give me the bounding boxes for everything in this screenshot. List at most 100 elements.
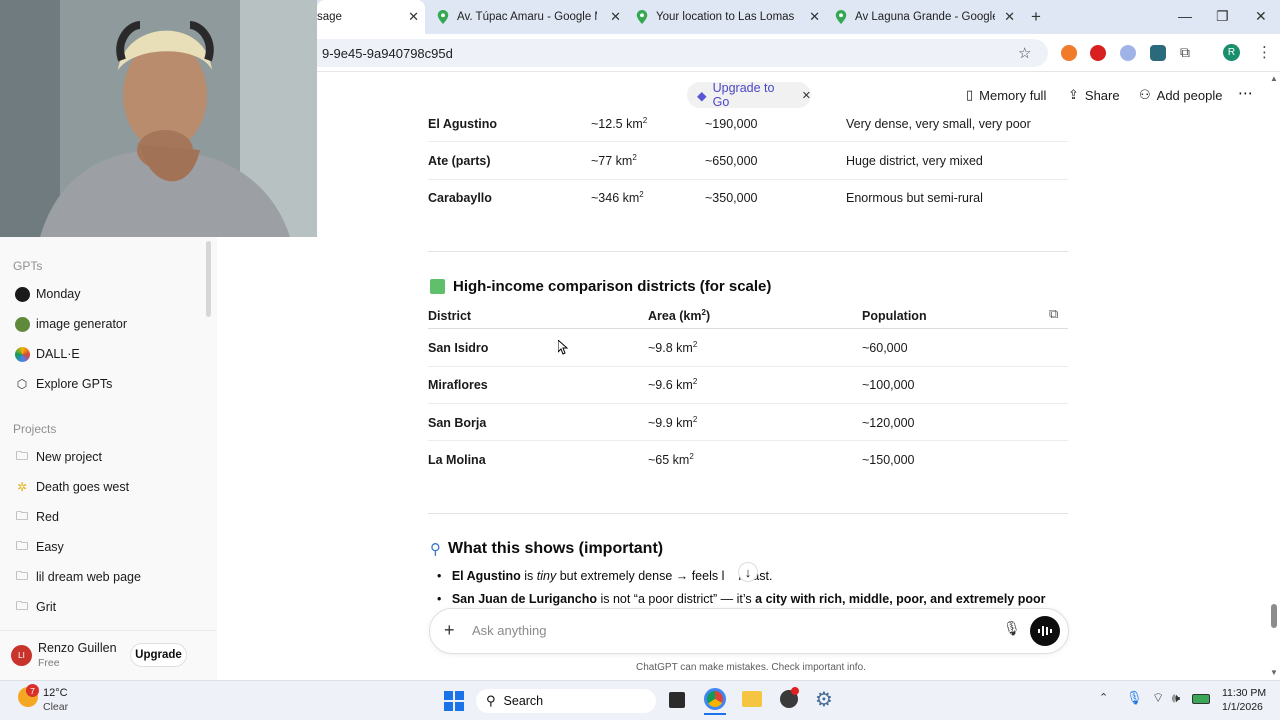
dismiss-upgrade-icon[interactable]: ✕ — [802, 89, 811, 102]
tab-close-icon[interactable]: ✕ — [809, 9, 820, 25]
voice-mode-button[interactable] — [1030, 616, 1060, 646]
sidebar-item-death-goes-west[interactable]: ✲ Death goes west — [14, 477, 129, 497]
bookmark-star-icon[interactable]: ☆ — [1018, 44, 1031, 62]
bullet-bold: San Juan de Lurigancho — [451, 592, 597, 606]
area-cell: ~346 km2 — [591, 189, 644, 205]
sidebar-item-label: Red — [36, 510, 59, 524]
user-name[interactable]: Renzo Guillen — [38, 641, 117, 655]
webcam-person-image — [0, 0, 317, 237]
tab-close-icon[interactable]: ✕ — [408, 9, 419, 25]
memory-full-button[interactable]: ▯ Memory full — [966, 87, 1046, 103]
green-square-icon — [430, 279, 445, 294]
section-separator — [428, 513, 1068, 514]
sidebar-item-easy[interactable]: 🗀 Easy — [14, 537, 64, 557]
wifi-icon[interactable]: ⌔ — [1152, 690, 1164, 706]
window-close-icon[interactable]: ✕ — [1255, 8, 1267, 25]
browser-tab-active[interactable]: sage ✕ — [317, 0, 425, 34]
area-cell: ~12.5 km2 — [591, 115, 648, 131]
add-people-label: Add people — [1156, 87, 1223, 103]
scrollbar-thumb[interactable] — [1271, 604, 1277, 628]
profile-avatar[interactable]: R — [1223, 44, 1240, 61]
url-text[interactable]: 9-9e45-9a940798c95d — [322, 46, 453, 61]
population-cell: ~100,000 — [862, 378, 915, 392]
row-divider — [428, 366, 1068, 367]
volume-icon[interactable]: 🕪 — [1172, 690, 1180, 706]
bullet-san-juan: • San Juan de Lurigancho is not “a poor … — [437, 592, 1046, 606]
copy-table-icon[interactable]: ⧉ — [1049, 306, 1058, 322]
extension-react-icon[interactable] — [1150, 45, 1166, 61]
bullet-dot: • — [437, 592, 442, 606]
restore-icon[interactable]: ❐ — [1216, 8, 1229, 25]
scroll-up-arrow-icon[interactable]: ▲ — [1270, 74, 1278, 83]
microphone-icon[interactable]: 🎙 — [1003, 620, 1021, 637]
mouse-cursor-icon — [558, 340, 568, 355]
bullet-text: is not “a poor district” — it’s — [596, 592, 756, 606]
settings-gear-icon[interactable]: ⚙ — [815, 687, 833, 712]
sidebar-item-monday[interactable]: Monday — [14, 284, 80, 304]
district-cell: Carabayllo — [428, 191, 492, 205]
file-explorer-icon[interactable] — [742, 691, 762, 707]
show-hidden-icons-icon[interactable]: ⌃ — [1099, 691, 1108, 704]
tab-close-icon[interactable]: ✕ — [610, 9, 621, 25]
sidebar-item-label: Easy — [36, 540, 64, 554]
taskbar-search-box[interactable]: ⚲ Search — [476, 689, 656, 713]
browser-tab-tupac-amaru[interactable]: Av. Túpac Amaru - Google Map ✕ — [437, 0, 627, 34]
scroll-down-arrow-icon[interactable]: ↓ — [738, 562, 758, 582]
sidebar-scrollbar[interactable] — [206, 241, 211, 317]
taskbar-search-label: Search — [503, 694, 544, 708]
header-divider — [428, 328, 1068, 329]
clock-date[interactable]: 1/1/2026 — [1222, 701, 1263, 713]
memory-icon: ▯ — [966, 87, 974, 102]
user-avatar[interactable]: LI — [11, 645, 32, 666]
sidebar-item-red[interactable]: 🗀 Red — [14, 507, 59, 527]
extension-orange-icon[interactable] — [1061, 45, 1077, 61]
sidebar-item-dalle[interactable]: DALL·E — [14, 344, 80, 364]
sidebar-item-grit[interactable]: 🗀 Grit — [14, 597, 56, 617]
scroll-down-icon[interactable]: ▼ — [1270, 668, 1278, 677]
extensions-puzzle-icon[interactable]: ⧉ — [1180, 44, 1190, 61]
explore-gpts-icon: ⬡ — [16, 377, 28, 391]
upgrade-button[interactable]: Upgrade — [130, 643, 187, 667]
add-people-button[interactable]: ⚇ Add people — [1139, 87, 1222, 103]
clock-time[interactable]: 11:30 PM — [1222, 687, 1266, 699]
sidebar-item-lil-dream-web-page[interactable]: 🗀 lil dream web page — [14, 567, 141, 587]
new-tab-icon[interactable]: + — [1031, 7, 1041, 27]
windows-start-icon[interactable] — [444, 691, 464, 711]
section-heading-high-income: High-income comparison districts (for sc… — [430, 278, 771, 295]
mic-status-icon[interactable]: 🎙 — [1126, 690, 1143, 706]
folder-icon: 🗀 — [15, 538, 28, 553]
tab-close-icon[interactable]: ✕ — [1004, 9, 1015, 25]
browser-tab-laguna-grande[interactable]: Av Laguna Grande - Google Ma ✕ — [835, 0, 1021, 34]
main-scrollbar[interactable]: ▲ ▼ — [1268, 74, 1280, 680]
battery-icon[interactable] — [1192, 694, 1210, 704]
browser-menu-icon[interactable]: ⋮ — [1257, 43, 1272, 61]
district-cell: San Borja — [428, 416, 487, 430]
active-app-indicator — [704, 713, 726, 715]
district-cell: Ate (parts) — [428, 154, 491, 168]
prompt-input[interactable]: Ask anything — [472, 623, 546, 638]
share-icon: ⇪ — [1068, 87, 1079, 102]
user-plan: Free — [38, 657, 60, 669]
sidebar-item-new-project[interactable]: 🗀 New project — [14, 447, 102, 467]
sidebar-item-label: Monday — [36, 287, 81, 301]
sidebar-item-explore-gpts[interactable]: ⬡ Explore GPTs — [14, 374, 113, 394]
chrome-taskbar-icon[interactable] — [704, 688, 726, 710]
bullet-bold: El Agustino — [451, 569, 521, 583]
projects-heading: Projects — [13, 422, 57, 436]
share-button[interactable]: ⇪ Share — [1068, 87, 1120, 103]
extension-opera-icon[interactable] — [1090, 45, 1106, 61]
minimize-icon[interactable]: — — [1178, 8, 1192, 24]
sidebar-divider — [0, 630, 217, 631]
upgrade-to-go-button[interactable]: ◆ Upgrade to Go ✕ — [687, 81, 811, 109]
weather-temp[interactable]: 12°C — [43, 687, 68, 699]
attach-plus-icon[interactable]: + — [444, 620, 455, 641]
area-cell: ~9.6 km2 — [648, 376, 698, 392]
extension-lens-icon[interactable] — [1120, 45, 1136, 61]
section-title: What this shows (important) — [448, 540, 664, 557]
image-generator-icon — [14, 316, 30, 332]
gpts-heading: GPTs — [13, 259, 43, 273]
browser-tab-your-location[interactable]: Your location to Las Lomas De ✕ — [636, 0, 826, 34]
task-view-icon[interactable] — [669, 692, 685, 708]
sidebar-item-image-generator[interactable]: image generator — [14, 314, 127, 334]
more-options-icon[interactable]: ⋯ — [1238, 84, 1253, 102]
